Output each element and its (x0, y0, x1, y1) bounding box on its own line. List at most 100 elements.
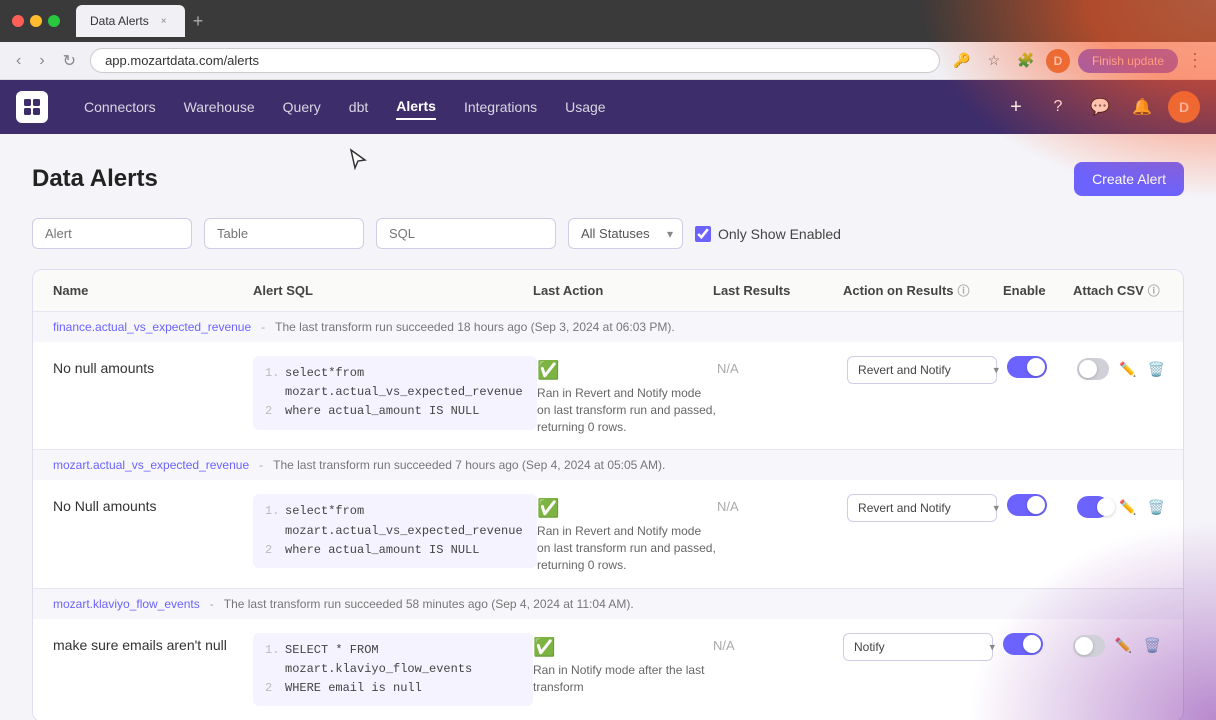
toggle-slider (1003, 633, 1043, 655)
th-action-on-results: Action on Results ⓘ (843, 282, 1003, 299)
top-nav: Connectors Warehouse Query dbt Alerts In… (0, 80, 1216, 134)
tab-title: Data Alerts (90, 14, 149, 28)
group-sep-0: - (261, 320, 265, 334)
refresh-button[interactable]: ↻ (59, 47, 80, 75)
sql-filter-input[interactable] (376, 218, 556, 249)
bell-icon[interactable]: 🔔 (1126, 91, 1158, 123)
only-show-enabled-text: Only Show Enabled (718, 226, 841, 242)
action-select-1-0[interactable]: Revert and Notify Notify Revert (847, 494, 997, 522)
th-enable: Enable (1003, 282, 1073, 299)
url-bar[interactable]: app.mozartdata.com/alerts (90, 48, 940, 73)
action-select-2-0[interactable]: Notify Revert and Notify Revert (843, 633, 993, 661)
status-select-wrapper: All Statuses (568, 218, 683, 249)
create-alert-button[interactable]: Create Alert (1074, 162, 1184, 196)
alert-name-1-0: No Null amounts (53, 494, 253, 514)
status-select[interactable]: All Statuses (568, 218, 683, 249)
forward-button[interactable]: › (35, 48, 48, 74)
user-avatar[interactable]: D (1168, 91, 1200, 123)
table-filter-input[interactable] (204, 218, 364, 249)
group-desc-1: The last transform run succeeded 7 hours… (273, 458, 665, 472)
address-bar: ‹ › ↻ app.mozartdata.com/alerts 🔑 ☆ 🧩 D … (0, 42, 1216, 80)
delete-alert-button-0-0[interactable]: 🗑️ (1146, 356, 1167, 382)
extensions-icon[interactable]: 🧩 (1014, 49, 1038, 73)
address-actions: 🔑 ☆ 🧩 D Finish update ⋮ (950, 49, 1204, 73)
filter-row: All Statuses Only Show Enabled (32, 218, 1184, 249)
back-button[interactable]: ‹ (12, 48, 25, 74)
attach-csv-cell-1-0: ✏️ 🗑️ (1077, 494, 1167, 520)
na-badge-2-0: N/A (713, 638, 735, 653)
nav-connectors[interactable]: Connectors (84, 95, 156, 119)
edit-alert-button-1-0[interactable]: ✏️ (1117, 494, 1138, 520)
th-alert-sql: Alert SQL (253, 282, 533, 299)
key-icon[interactable]: 🔑 (950, 49, 974, 73)
last-action-1-0: ✅ Ran in Revert and Notify mode on last … (537, 494, 717, 573)
logo[interactable] (16, 91, 48, 123)
app-container: Connectors Warehouse Query dbt Alerts In… (0, 80, 1216, 720)
code-text: SELECT * FROM mozart.klaviyo_flow_events (285, 641, 521, 679)
close-traffic-light[interactable] (12, 15, 24, 27)
group-desc-2: The last transform run succeeded 58 minu… (224, 597, 634, 611)
th-last-action: Last Action (533, 282, 713, 299)
fullscreen-traffic-light[interactable] (48, 15, 60, 27)
active-tab[interactable]: Data Alerts × (76, 5, 185, 37)
profile-icon[interactable]: D (1046, 49, 1070, 73)
nav-alerts[interactable]: Alerts (396, 94, 436, 120)
action-on-results-info-icon[interactable]: ⓘ (958, 282, 970, 299)
last-results-2-0: N/A (713, 633, 843, 655)
enable-toggle-2-0[interactable] (1003, 633, 1073, 655)
nav-dbt[interactable]: dbt (349, 95, 368, 119)
nav-query[interactable]: Query (283, 95, 321, 119)
last-results-1-0: N/A (717, 494, 847, 516)
edit-alert-button-2-0[interactable]: ✏️ (1113, 633, 1134, 659)
action-desc-2-0: Ran in Notify mode after the last transf… (533, 662, 713, 696)
table-row: No null amounts 1.select*from mozart.act… (33, 342, 1183, 449)
alerts-table: Name Alert SQL Last Action Last Results … (32, 269, 1184, 720)
edit-alert-button-0-0[interactable]: ✏️ (1117, 356, 1138, 382)
tab-close-button[interactable]: × (157, 14, 171, 28)
help-icon[interactable]: ? (1042, 91, 1074, 123)
last-action-0-0: ✅ Ran in Revert and Notify mode on last … (537, 356, 717, 435)
nav-integrations[interactable]: Integrations (464, 95, 537, 119)
th-name: Name (53, 282, 253, 299)
delete-alert-button-1-0[interactable]: 🗑️ (1146, 494, 1167, 520)
new-tab-button[interactable]: + (193, 12, 204, 30)
line-num: 2 (265, 679, 277, 698)
group-name-1[interactable]: mozart.actual_vs_expected_revenue (53, 458, 249, 472)
check-icon: ✅ (537, 498, 717, 519)
na-badge-0-0: N/A (717, 361, 739, 376)
action-select-wrapper-1-0: Revert and Notify Notify Revert ▾ (847, 494, 1007, 522)
group-header-0: finance.actual_vs_expected_revenue - The… (33, 312, 1183, 342)
group-name-0[interactable]: finance.actual_vs_expected_revenue (53, 320, 251, 334)
finish-update-label: Finish update (1092, 54, 1164, 68)
minimize-traffic-light[interactable] (30, 15, 42, 27)
delete-alert-button-2-0[interactable]: 🗑️ (1142, 633, 1163, 659)
chat-icon[interactable]: 💬 (1084, 91, 1116, 123)
only-show-enabled-checkbox[interactable] (695, 226, 711, 242)
page-header: Data Alerts Create Alert (32, 162, 1184, 196)
finish-update-button[interactable]: Finish update (1078, 49, 1178, 73)
alert-filter-input[interactable] (32, 218, 192, 249)
alert-group-1: mozart.actual_vs_expected_revenue - The … (33, 450, 1183, 588)
toggle-slider (1077, 496, 1109, 518)
plus-icon[interactable]: + (1000, 91, 1032, 123)
only-show-enabled-label[interactable]: Only Show Enabled (695, 226, 841, 242)
group-name-2[interactable]: mozart.klaviyo_flow_events (53, 597, 200, 611)
action-select-0-0[interactable]: Revert and Notify Notify Revert (847, 356, 997, 384)
attach-csv-info-icon[interactable]: ⓘ (1148, 282, 1160, 299)
nav-warehouse[interactable]: Warehouse (184, 95, 255, 119)
group-sep-1: - (259, 458, 263, 472)
enable-toggle-1-0[interactable] (1007, 494, 1077, 516)
alert-sql-2-0: 1.SELECT * FROM mozart.klaviyo_flow_even… (253, 633, 533, 707)
code-text: select*from mozart.actual_vs_expected_re… (285, 364, 525, 402)
enable-toggle-0-0[interactable] (1007, 356, 1077, 378)
group-desc-0: The last transform run succeeded 18 hour… (275, 320, 675, 334)
nav-usage[interactable]: Usage (565, 95, 605, 119)
table-row: No Null amounts 1.select*from mozart.act… (33, 480, 1183, 587)
more-options-button[interactable]: ⋮ (1186, 50, 1204, 71)
browser-chrome: Data Alerts × + (0, 0, 1216, 42)
toggle-slider (1073, 635, 1105, 657)
star-icon[interactable]: ☆ (982, 49, 1006, 73)
check-icon: ✅ (533, 637, 713, 658)
na-badge-1-0: N/A (717, 499, 739, 514)
alert-name-2-0: make sure emails aren't null (53, 633, 253, 653)
